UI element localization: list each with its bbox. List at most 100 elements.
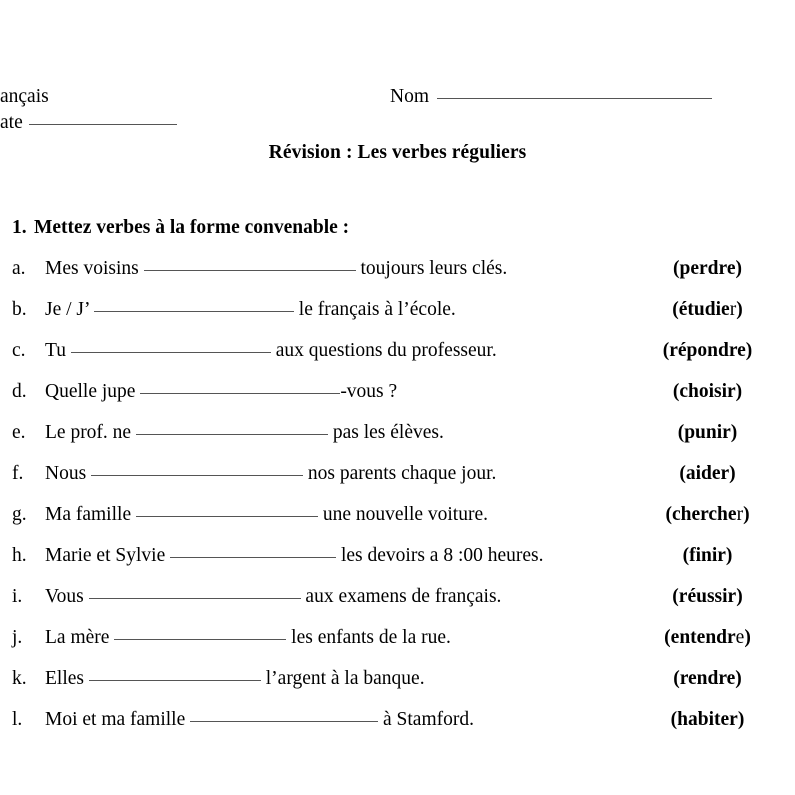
verb-close-paren: )	[730, 422, 738, 443]
sentence-after-blank: les devoirs a 8 :00 heures.	[340, 545, 544, 566]
exercise-sentence: La mère les enfants de la rue.	[45, 625, 451, 651]
verb-close-paren: )	[725, 545, 733, 566]
date-blank-rule[interactable]	[28, 124, 177, 125]
verb-stem: choisir	[679, 381, 736, 402]
exercise-sentence: Quelle jupe -vous ?	[45, 379, 397, 405]
answer-blank[interactable]	[190, 721, 379, 722]
verb-close-paren: )	[735, 668, 742, 689]
answer-blank[interactable]	[140, 393, 341, 394]
exercise-item-letter: i.	[12, 586, 23, 607]
verb-cue: (réussir)	[620, 584, 795, 610]
exercise-item-letter: e.	[12, 422, 26, 443]
exercise-item-letter: l.	[12, 709, 23, 730]
sentence-after-blank: pas les élèves.	[332, 422, 444, 443]
exercise-row: f. Nous nos parents chaque jour. (aider)	[0, 461, 795, 502]
verb-stem: étudie	[678, 299, 730, 320]
answer-blank[interactable]	[143, 270, 356, 271]
verb-stem: réussir	[678, 586, 737, 607]
date-line: ate	[0, 110, 330, 136]
exercise-list: a. Mes voisins toujours leurs clés. (perdr…	[0, 256, 795, 748]
course-label: ançais	[0, 86, 49, 107]
exercise-row: j. La mère les enfants de la rue. (entendr…	[0, 625, 795, 666]
sentence-before-blank: Mes voisins	[45, 258, 139, 279]
verb-stem: entendr	[670, 627, 736, 648]
verb-cue: (répondre)	[620, 338, 795, 364]
exercise-row: e. Le prof. ne pas les élèves. (punir)	[0, 420, 795, 461]
exercise-sentence: Elles l’argent à la banque.	[45, 666, 425, 692]
sentence-before-blank: Elles	[45, 668, 84, 689]
verb-cue: (perdre)	[620, 256, 795, 282]
verb-close-paren: )	[729, 463, 736, 484]
answer-blank[interactable]	[70, 352, 271, 353]
exercise-item-letter: f.	[12, 463, 24, 484]
sentence-after-blank: aux questions du professeur.	[275, 340, 497, 361]
verb-stem: finir	[689, 545, 726, 566]
sentence-after-blank: une nouvelle voiture.	[322, 504, 489, 525]
exercise-row: k. Elles l’argent à la banque. (rendre)	[0, 666, 795, 707]
exercise-row: c. Tu aux questions du professeur. (répond…	[0, 338, 795, 379]
exercise-sentence: Nous nos parents chaque jour.	[45, 461, 496, 487]
exercise-sentence: Mes voisins toujours leurs clés.	[45, 256, 507, 282]
exercise-sentence: Je / J’ le français à l’école.	[45, 297, 456, 323]
verb-stem: perdre	[679, 258, 736, 279]
answer-blank[interactable]	[114, 639, 287, 640]
name-label: Nom	[390, 86, 429, 107]
verb-cue: (finir)	[620, 543, 795, 569]
name-line: Nom	[390, 84, 712, 110]
verb-close-paren: )	[744, 627, 751, 648]
verb-close-paren: )	[735, 381, 743, 402]
sentence-after-blank: -vous ?	[340, 381, 398, 402]
answer-blank[interactable]	[135, 516, 318, 517]
sentence-before-blank: Nous	[45, 463, 87, 484]
verb-stem: punir	[684, 422, 731, 443]
verb-stem: habiter	[677, 709, 738, 730]
verb-cue: (choisir)	[620, 379, 795, 405]
sentence-after-blank: les enfants de la rue.	[291, 627, 451, 648]
answer-blank[interactable]	[88, 598, 301, 599]
verb-stem: rendre	[679, 668, 736, 689]
exercise-row: b. Je / J’ le français à l’école. (étudier…	[0, 297, 795, 338]
worksheet-header: ançais ate Nom	[0, 84, 795, 144]
exercise-row: l. Moi et ma famille à Stamford. (habiter)	[0, 707, 795, 748]
answer-blank[interactable]	[91, 475, 304, 476]
verb-close-paren: )	[736, 586, 743, 607]
answer-blank[interactable]	[88, 680, 261, 681]
sentence-after-blank: toujours leurs clés.	[360, 258, 508, 279]
verb-close-paren: )	[745, 340, 753, 361]
verb-cue: (entendre)	[620, 625, 795, 651]
sentence-before-blank: La mère	[45, 627, 110, 648]
verb-stem: cherche	[671, 504, 737, 525]
answer-blank[interactable]	[93, 311, 294, 312]
sentence-before-blank: Ma famille	[45, 504, 132, 525]
exercise-sentence: Vous aux examens de français.	[45, 584, 501, 610]
exercise-row: i. Vous aux examens de français. (réussir)	[0, 584, 795, 625]
answer-blank[interactable]	[135, 434, 328, 435]
answer-blank[interactable]	[170, 557, 337, 558]
exercise-item-letter: d.	[12, 381, 27, 402]
verb-stem: répondre	[669, 340, 746, 361]
sentence-after-blank: le français à l’école.	[298, 299, 456, 320]
course-line: ançais	[0, 84, 330, 110]
verb-close-paren: )	[736, 299, 743, 320]
exercise-item-letter: c.	[12, 340, 26, 361]
exercise-item-letter: a.	[12, 258, 26, 279]
sentence-before-blank: Vous	[45, 586, 84, 607]
exercise-row: h. Marie et Sylvie les devoirs a 8 :00 he…	[0, 543, 795, 584]
verb-close-paren: )	[737, 709, 745, 730]
exercise-sentence: Marie et Sylvie les devoirs a 8 :00 heur…	[45, 543, 544, 569]
verb-stem: aider	[685, 463, 730, 484]
header-left-block: ançais ate	[0, 84, 330, 136]
verb-cue: (chercher)	[620, 502, 795, 528]
sentence-after-blank: l’argent à la banque.	[265, 668, 425, 689]
sentence-after-blank: nos parents chaque jour.	[307, 463, 497, 484]
verb-cue: (aider)	[620, 461, 795, 487]
exercise-sentence: Moi et ma famille à Stamford.	[45, 707, 474, 733]
section-heading-text: Mettez verbes à la forme convenable :	[34, 217, 350, 238]
name-blank-rule[interactable]	[437, 98, 712, 99]
sentence-after-blank: à Stamford.	[383, 709, 474, 730]
sentence-before-blank: Tu	[45, 340, 66, 361]
verb-cue: (punir)	[620, 420, 795, 446]
exercise-item-letter: b.	[12, 299, 27, 320]
section-heading: 1. Mettez verbes à la forme convenable :	[0, 215, 795, 241]
page-title: Révision : Les verbes réguliers	[268, 142, 527, 163]
